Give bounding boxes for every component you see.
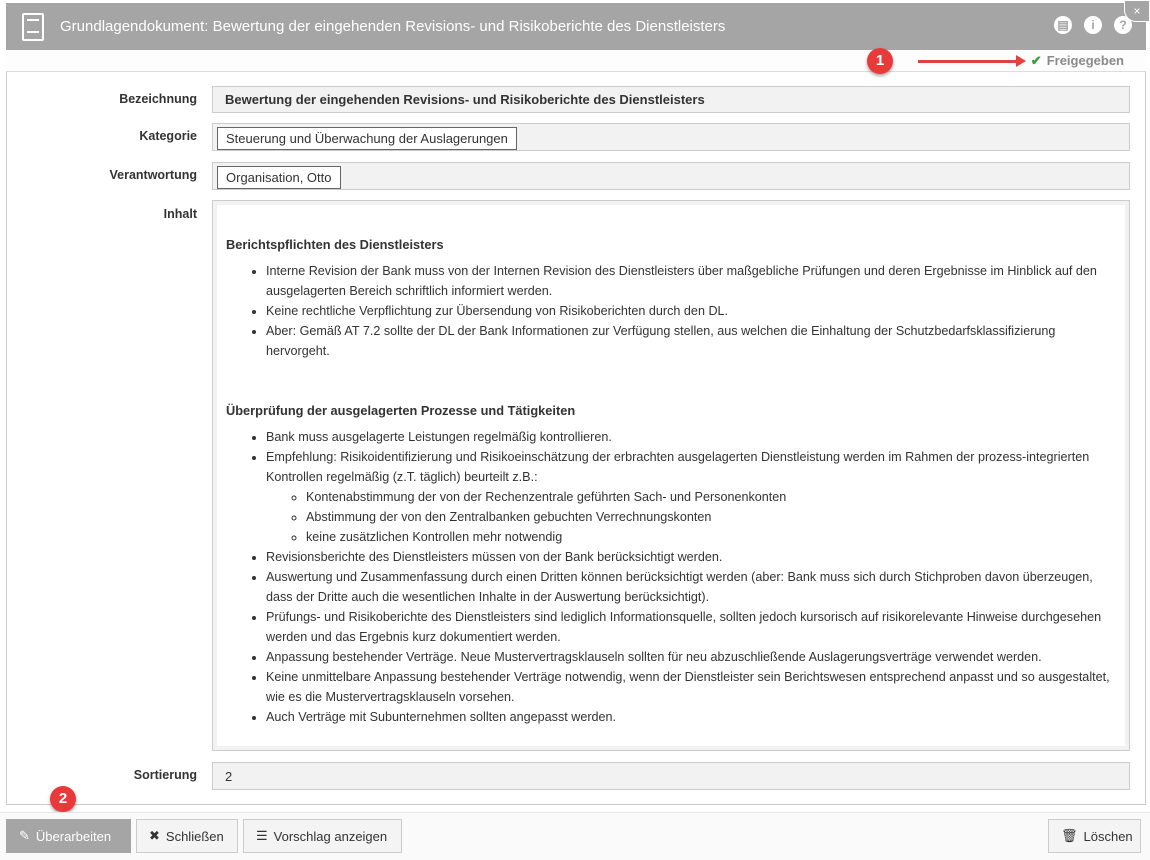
close-icon: ✖ <box>149 828 160 843</box>
inhalt-label: Inhalt <box>163 207 197 221</box>
sub-list-item: keine zusätzlichen Kontrollen mehr notwe… <box>306 527 1115 547</box>
inhalt-editor[interactable]: Berichtspflichten des Dienstleisters Int… <box>212 200 1130 751</box>
check-icon: ✔ <box>1030 53 1042 68</box>
close-button[interactable]: ✖ Schließen <box>136 819 238 853</box>
status-badge: ✔ Freigegeben <box>1031 53 1124 69</box>
show-proposal-button[interactable]: ☰ Vorschlag anzeigen <box>243 819 402 853</box>
list-item: Keine unmittelbare Anpassung bestehender… <box>266 667 1115 707</box>
window-title: Grundlagendokument: Bewertung der eingeh… <box>60 18 726 35</box>
list-item: Interne Revision der Bank muss von der I… <box>266 261 1115 301</box>
list-icon: ☰ <box>256 828 268 843</box>
verantwortung-field[interactable]: Organisation, Otto <box>212 162 1130 190</box>
list-item: Auch Verträge mit Subunternehmen sollten… <box>266 707 1115 727</box>
list-item: Prüfungs- und Risikoberichte des Dienstl… <box>266 607 1115 647</box>
section-heading: Berichtspflichten des Dienstleisters <box>226 237 444 252</box>
list-item: Empfehlung: Risikoidentifizierung und Ri… <box>266 447 1115 547</box>
verantwortung-tag[interactable]: Organisation, Otto <box>217 166 341 189</box>
sub-list-item: Abstimmung der von den Zentralbanken geb… <box>306 507 1115 527</box>
annotation-arrow <box>918 55 1026 67</box>
annotation-badge-1: 1 <box>867 48 893 74</box>
edit-button[interactable]: ✎ Überarbeiten <box>6 819 131 853</box>
bezeichnung-label: Bezeichnung <box>119 92 197 106</box>
sortierung-field[interactable]: 2 <box>212 762 1130 790</box>
verantwortung-label: Verantwortung <box>109 168 197 182</box>
footer-toolbar: ✎ Überarbeiten ✖ Schließen ☰ Vorschlag anze… <box>0 812 1150 860</box>
list-item: Aber: Gemäß AT 7.2 sollte der DL der Ban… <box>266 321 1115 361</box>
list-item: Keine rechtliche Verpflichtung zur Übers… <box>266 301 1115 321</box>
sortierung-label: Sortierung <box>133 768 197 782</box>
sub-list-item: Kontenabstimmung der von der Rechenzentr… <box>306 487 1115 507</box>
list-item: Bank muss ausgelagerte Leistungen regelm… <box>266 427 1115 447</box>
info-icon[interactable]: i <box>1084 16 1102 34</box>
annotation-badge-2: 2 <box>50 786 76 812</box>
list-item: Revisionsberichte des Dienstleisters müs… <box>266 547 1115 567</box>
trash-icon: 🗑 <box>1061 828 1078 843</box>
edit-icon: ✎ <box>19 828 30 843</box>
window-titlebar: Grundlagendokument: Bewertung der eingeh… <box>6 3 1146 50</box>
bezeichnung-field[interactable]: Bewertung der eingehenden Revisions- und… <box>212 86 1130 113</box>
status-label: Freigegeben <box>1046 53 1124 68</box>
pdf-icon[interactable]: ▤ <box>1054 16 1072 34</box>
close-window-button[interactable]: × <box>1124 0 1150 22</box>
section-heading: Überprüfung der ausgelagerten Prozesse u… <box>226 403 576 418</box>
kategorie-tag[interactable]: Steuerung und Überwachung der Auslagerun… <box>217 127 517 150</box>
delete-button[interactable]: 🗑 Löschen <box>1048 819 1141 853</box>
document-icon <box>22 12 44 41</box>
list-item: Auswertung und Zusammenfassung durch ein… <box>266 567 1115 607</box>
list-item: Anpassung bestehender Verträge. Neue Mus… <box>266 647 1115 667</box>
kategorie-field[interactable]: Steuerung und Überwachung der Auslagerun… <box>212 123 1130 151</box>
kategorie-label: Kategorie <box>139 129 197 143</box>
